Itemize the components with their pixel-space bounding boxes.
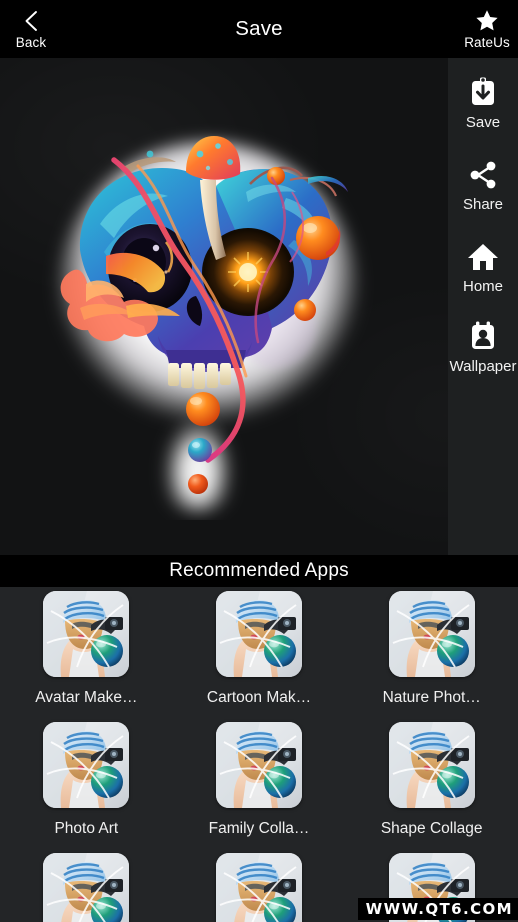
app-label: Family Colla…	[208, 820, 310, 837]
rail-label-save: Save	[465, 114, 501, 131]
app-thumb-icon[interactable]	[216, 591, 302, 677]
wallpaper-person-icon	[468, 320, 498, 354]
save-download-icon	[468, 76, 498, 110]
app-cell[interactable]	[0, 853, 173, 922]
app-cell[interactable]	[173, 853, 346, 922]
app-cell[interactable]: Family Colla…	[173, 722, 346, 854]
action-rail: Save Share Home Wallpaper	[448, 58, 518, 555]
recommended-apps-header: Recommended Apps	[0, 555, 518, 587]
top-app-bar: Back Save RateUs	[0, 0, 518, 58]
app-cell[interactable]: Nature Phot…	[345, 591, 518, 723]
app-thumb-icon[interactable]	[43, 853, 130, 922]
app-thumb-icon[interactable]	[388, 722, 475, 808]
app-thumb-icon[interactable]	[216, 722, 302, 808]
app-thumb-icon[interactable]	[43, 722, 130, 808]
image-canvas[interactable]	[0, 58, 518, 555]
artwork-preview[interactable]	[40, 120, 380, 520]
home-icon	[467, 240, 499, 274]
app-grid-row: Avatar Make… Cartoon Mak… Nature Phot…	[0, 591, 518, 723]
app-thumb-icon[interactable]	[43, 591, 130, 677]
rail-item-wallpaper[interactable]: Wallpaper	[436, 320, 518, 376]
rail-item-home[interactable]: Home	[436, 240, 518, 296]
rail-label-wallpaper: Wallpaper	[449, 358, 517, 375]
rail-item-save[interactable]: Save	[436, 76, 518, 132]
app-thumb-icon[interactable]	[388, 591, 475, 677]
app-cell[interactable]: Avatar Make…	[0, 591, 173, 723]
app-cell[interactable]: Photo Art	[0, 722, 173, 854]
app-label: Photo Art	[54, 820, 119, 837]
rail-item-share[interactable]: Share	[436, 158, 518, 214]
rail-label-share: Share	[462, 196, 504, 213]
share-nodes-icon	[468, 158, 498, 192]
page-title: Save	[235, 17, 283, 40]
app-label: Avatar Make…	[35, 689, 138, 706]
site-watermark: WWW.QT6.COM	[357, 898, 518, 920]
skull-artwork-image	[58, 136, 358, 512]
app-label: Shape Collage	[380, 820, 483, 837]
app-thumb-icon[interactable]	[216, 853, 302, 922]
rail-label-home: Home	[462, 278, 503, 295]
app-cell[interactable]: Cartoon Mak…	[173, 591, 346, 723]
rate-us-label: RateUs	[464, 34, 510, 50]
app-root: Back Save RateUs Save Share Home Wallpap…	[0, 0, 518, 922]
rate-us-button[interactable]: RateUs	[456, 0, 518, 58]
star-icon	[475, 8, 499, 34]
app-label: Cartoon Mak…	[206, 689, 312, 706]
app-grid-row: Photo Art Family Colla… Shape Collage	[0, 722, 518, 854]
app-label: Nature Phot…	[382, 689, 481, 706]
recommended-apps-grid: Avatar Make… Cartoon Mak… Nature Phot… P…	[0, 587, 518, 922]
app-cell[interactable]: Shape Collage	[345, 722, 518, 854]
